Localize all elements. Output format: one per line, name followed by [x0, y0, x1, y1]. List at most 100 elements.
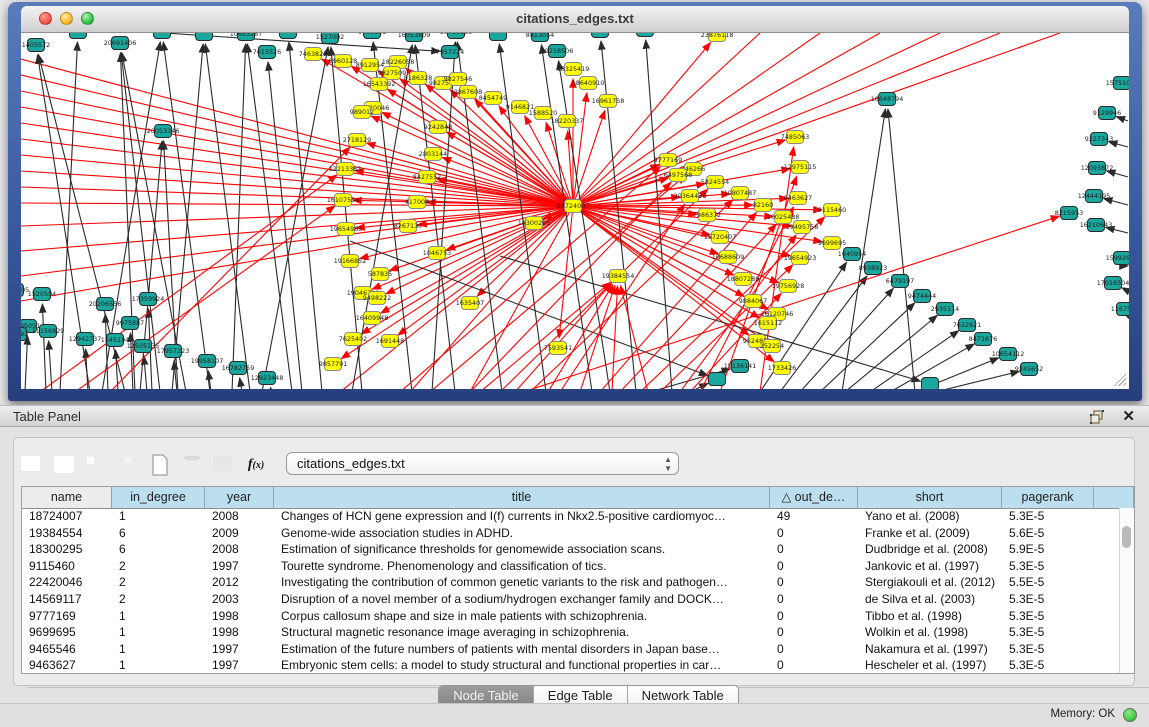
- network-canvas[interactable]: 1405572206914061065328715270026466161160…: [21, 33, 1129, 389]
- graph-node[interactable]: 417008: [405, 196, 429, 209]
- graph-node[interactable]: 9227343: [1085, 133, 1113, 146]
- table-row[interactable]: 2242004622012Investigating the contribut…: [22, 574, 1120, 591]
- table-row[interactable]: 977716911998Corpus callosum shape and si…: [22, 608, 1120, 625]
- graph-node[interactable]: 19654923: [784, 252, 817, 265]
- table-row[interactable]: 1872400712008Changes of HCN gene express…: [22, 508, 1120, 525]
- graph-node[interactable]: 12444195: [1078, 190, 1111, 203]
- graph-node[interactable]: 19384554: [602, 270, 635, 283]
- graph-node[interactable]: 7625402: [339, 333, 367, 346]
- graph-node[interactable]: 9474444: [908, 290, 936, 303]
- graph-node[interactable]: 16782759: [222, 362, 255, 375]
- table-row[interactable]: 1938455462009Genome-wide association stu…: [22, 525, 1120, 542]
- graph-node[interactable]: 1167534: [1111, 303, 1129, 316]
- graph-node[interactable]: 7632621: [953, 319, 981, 332]
- graph-node[interactable]: [709, 373, 726, 386]
- graph-node[interactable]: 16648794: [871, 93, 904, 106]
- graph-node[interactable]: [922, 378, 939, 390]
- graph-node[interactable]: 1733426: [768, 362, 796, 375]
- graph-node[interactable]: 8267130: [394, 220, 422, 233]
- graph-node[interactable]: 9975887: [116, 317, 144, 330]
- graph-node[interactable]: 9857791: [319, 358, 347, 371]
- graph-node[interactable]: 9463627: [784, 192, 812, 205]
- column-header-title[interactable]: title: [274, 487, 770, 508]
- graph-node[interactable]: 10719155: [440, 33, 473, 39]
- column-header-name[interactable]: name: [22, 487, 112, 508]
- graph-node[interactable]: 9884067: [739, 295, 767, 308]
- graph-node[interactable]: 9242848: [424, 121, 452, 134]
- graph-node[interactable]: 1615112: [754, 317, 782, 330]
- table-row[interactable]: 1830029562008Estimation of significance …: [22, 541, 1120, 558]
- graph-node[interactable]: 6479197: [886, 275, 914, 288]
- graph-node[interactable]: 19756928: [772, 280, 805, 293]
- table-row[interactable]: 946554611997Estimation of the future num…: [22, 641, 1120, 658]
- graph-node[interactable]: 15751074: [1106, 77, 1129, 90]
- graph-node[interactable]: 16409948: [356, 312, 389, 325]
- graph-node[interactable]: 18640910: [572, 77, 605, 90]
- graph-node[interactable]: 12093872: [1081, 162, 1114, 175]
- graph-node[interactable]: 19958107: [191, 355, 224, 368]
- graph-node[interactable]: 17016504: [1097, 277, 1129, 290]
- table-row[interactable]: 946362711997Embryonic stem cells: a mode…: [22, 657, 1120, 673]
- table-options-button[interactable]: [19, 452, 45, 478]
- graph-node[interactable]: [196, 33, 213, 41]
- graph-node[interactable]: 1635407: [456, 297, 484, 310]
- graph-node[interactable]: 10688609: [712, 251, 745, 264]
- graph-node[interactable]: 16961758: [592, 95, 625, 108]
- graph-node[interactable]: 1527002: [316, 33, 344, 44]
- graph-node[interactable]: 9245652: [1015, 363, 1043, 376]
- graph-node[interactable]: 20364436: [674, 190, 707, 203]
- graph-node[interactable]: 9699695: [818, 237, 846, 250]
- graph-node[interactable]: [490, 33, 507, 41]
- graph-node[interactable]: 20053346: [147, 125, 180, 138]
- graph-node[interactable]: 6497568: [664, 169, 692, 182]
- graph-node[interactable]: 2718129: [343, 134, 371, 147]
- graph-node[interactable]: 7485063: [781, 131, 809, 144]
- graph-node[interactable]: 15136141: [724, 360, 757, 373]
- graph-node[interactable]: 587835: [368, 268, 392, 281]
- graph-node[interactable]: 16053809: [398, 33, 431, 42]
- graph-node[interactable]: 7593541: [544, 342, 572, 355]
- graph-node[interactable]: 18220337: [551, 115, 584, 128]
- graph-node[interactable]: 12975115: [784, 161, 817, 174]
- graph-node[interactable]: 8215953: [1055, 207, 1083, 220]
- table-selector-dropdown[interactable]: citations_edges.txt ▲▼: [286, 452, 679, 475]
- graph-node[interactable]: 9115460: [818, 204, 846, 217]
- graph-node[interactable]: 8471676: [969, 333, 997, 346]
- table-row[interactable]: 969969511998Structural magnetic resonanc…: [22, 624, 1120, 641]
- graph-node[interactable]: 12923448: [251, 372, 284, 385]
- graph-node[interactable]: 12942737: [69, 333, 102, 346]
- graph-node[interactable]: 10807487: [724, 187, 757, 200]
- graph-node[interactable]: 17957223: [157, 345, 190, 358]
- column-header-out_de[interactable]: △ out_de…: [770, 487, 858, 508]
- new-table-button[interactable]: [147, 452, 173, 478]
- select-rows-button[interactable]: [83, 452, 109, 478]
- graph-node[interactable]: 16210643: [1080, 219, 1113, 232]
- graph-node[interactable]: 2803144: [419, 148, 447, 161]
- float-panel-icon[interactable]: [1089, 409, 1105, 425]
- graph-node[interactable]: 1691448: [376, 335, 404, 348]
- table-row[interactable]: 911546021997Tourette syndrome. Phenomeno…: [22, 558, 1120, 575]
- table-row[interactable]: 1456911722003Disruption of a novel membe…: [22, 591, 1120, 608]
- show-columns-button[interactable]: [51, 452, 77, 478]
- graph-node[interactable]: 19166852: [334, 255, 367, 268]
- graph-node[interactable]: 8454749: [479, 92, 507, 105]
- graph-node[interactable]: 7957224: [436, 46, 464, 59]
- graph-node[interactable]: 2935114: [931, 303, 959, 316]
- graph-node[interactable]: [70, 33, 87, 39]
- graph-node[interactable]: 8813054: [526, 33, 554, 42]
- column-header-pagerank[interactable]: pagerank: [1002, 487, 1094, 508]
- window-titlebar[interactable]: citations_edges.txt: [21, 6, 1129, 33]
- delete-table-button[interactable]: [179, 452, 205, 478]
- graph-node[interactable]: 18325419: [557, 63, 590, 76]
- graph-node[interactable]: 23876118: [701, 33, 734, 42]
- graph-node[interactable]: 252254: [760, 340, 784, 353]
- graph-node[interactable]: 82160: [753, 199, 773, 212]
- graph-node[interactable]: [280, 33, 297, 39]
- graph-node[interactable]: 19495758: [786, 221, 819, 234]
- graph-node[interactable]: 989012: [350, 106, 374, 119]
- column-header-year[interactable]: year: [205, 487, 274, 508]
- graph-node[interactable]: 9129946: [1093, 107, 1121, 120]
- graph-node[interactable]: 11156829: [32, 325, 65, 338]
- graph-node[interactable]: 7463822: [299, 48, 327, 61]
- graph-node[interactable]: [637, 33, 654, 37]
